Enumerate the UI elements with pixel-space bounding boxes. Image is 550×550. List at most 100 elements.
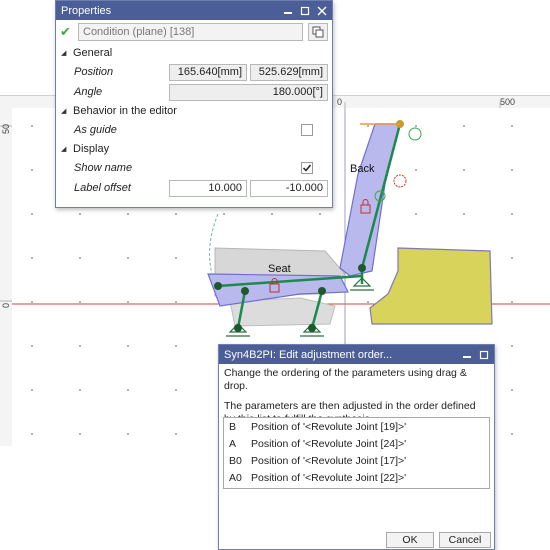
grid-dot (415, 169, 417, 171)
list-item-key: B (229, 420, 237, 433)
collapse-triangle-icon[interactable]: ◢ (61, 145, 73, 153)
grid-dot (127, 345, 129, 347)
label-offset-row: Label offset 10.000 -10.000 (56, 178, 332, 198)
collapse-triangle-icon[interactable]: ◢ (61, 107, 73, 115)
restore-icon (300, 6, 310, 15)
grid-dot (79, 389, 81, 391)
minimize-icon (284, 11, 292, 14)
copy-button[interactable] (308, 23, 328, 41)
as-guide-checkbox[interactable] (301, 124, 313, 136)
as-guide-label: As guide (74, 124, 117, 136)
list-item[interactable]: A0 Position of '<Revolute Joint [22]>' (224, 469, 489, 486)
list-item[interactable]: B0 Position of '<Revolute Joint [17]>' (224, 452, 489, 469)
grid-dot (463, 125, 465, 127)
grid-dot (79, 213, 81, 215)
grid-dot (31, 345, 33, 347)
grid-dot (511, 389, 513, 391)
grid-dot (127, 389, 129, 391)
grid-dot (511, 125, 513, 127)
list-item[interactable]: B Position of '<Revolute Joint [19]>' (224, 418, 489, 435)
properties-panel: Properties ✔ Condition (plane) [138] ◢ G… (55, 0, 333, 208)
grid-dot (223, 213, 225, 215)
list-item-text: Position of '<Revolute Joint [19]>' (251, 420, 407, 433)
grid-dot (175, 257, 177, 259)
target-indicator (393, 174, 407, 188)
position-label: Position (74, 66, 114, 78)
condition-row: ✔ Condition (plane) [138] (56, 20, 332, 44)
section-behavior-label: Behavior in the editor (73, 105, 177, 117)
ruler-label-500: 500 (500, 97, 515, 107)
back-label: Back (350, 163, 375, 175)
grid-dot (31, 257, 33, 259)
position-x-field[interactable]: 165.640[mm] (169, 63, 247, 81)
angle-row: Angle 180.000[°] (56, 82, 332, 102)
close-button[interactable] (315, 4, 329, 18)
grid-dot (79, 257, 81, 259)
minimize-button[interactable] (281, 4, 295, 18)
grid-dot (415, 125, 417, 127)
cancel-button[interactable]: Cancel (439, 532, 491, 548)
label-offset-y-field[interactable]: -10.000 (250, 179, 328, 197)
section-general-label: General (73, 47, 113, 59)
position-row: Position 165.640[mm] 525.629[mm] (56, 62, 332, 82)
grid-dot (511, 345, 513, 347)
grid-dot (319, 213, 321, 215)
grid-dot (127, 257, 129, 259)
grid-dot (175, 301, 177, 303)
yellow-block-shape[interactable] (369, 247, 493, 325)
grid-dot (511, 169, 513, 171)
position-y-field[interactable]: 525.629[mm] (250, 63, 328, 81)
restore-button[interactable] (298, 4, 312, 18)
grid-dot (127, 213, 129, 215)
grid-dot (271, 213, 273, 215)
grid-dot (127, 433, 129, 435)
grid-dot (175, 433, 177, 435)
show-name-row: Show name (56, 158, 332, 178)
grid-dot (79, 433, 81, 435)
ok-button[interactable]: OK (386, 532, 434, 548)
condition-field[interactable]: Condition (plane) [138] (78, 23, 303, 41)
grid-dot (31, 213, 33, 215)
section-display[interactable]: ◢ Display (56, 140, 332, 158)
minimize-icon (463, 355, 471, 358)
valid-check-icon: ✔ (60, 24, 71, 39)
grid-dot (463, 169, 465, 171)
parameter-order-list[interactable]: B Position of '<Revolute Joint [19]>' A … (223, 417, 490, 489)
section-behavior[interactable]: ◢ Behavior in the editor (56, 102, 332, 120)
rotation-indicator (408, 127, 422, 141)
dialog-restore-button[interactable] (477, 348, 491, 362)
list-item[interactable]: A Position of '<Revolute Joint [24]>' (224, 435, 489, 452)
show-name-checkbox[interactable] (301, 162, 313, 174)
grid-dot (31, 169, 33, 171)
as-guide-row: As guide (56, 120, 332, 140)
grid-dot (511, 301, 513, 303)
list-item-key: A0 (229, 471, 242, 484)
angle-label: Angle (74, 86, 103, 98)
ruler-label-0: 0 (337, 97, 342, 107)
grid-dot (31, 389, 33, 391)
grid-dot (511, 433, 513, 435)
grid-dot (31, 433, 33, 435)
dialog-title: Syn4B2PI: Edit adjustment order... (224, 348, 393, 361)
dialog-minimize-button[interactable] (460, 348, 474, 362)
dialog-titlebar[interactable]: Syn4B2PI: Edit adjustment order... (219, 345, 494, 364)
label-offset-label: Label offset (74, 182, 131, 194)
properties-title: Properties (61, 4, 112, 17)
grid-dot (367, 301, 369, 303)
grid-dot (175, 213, 177, 215)
collapse-triangle-icon[interactable]: ◢ (61, 49, 73, 57)
list-item-key: B0 (229, 454, 242, 467)
angle-field[interactable]: 180.000[°] (169, 83, 328, 101)
label-offset-x-field[interactable]: 10.000 (169, 179, 247, 197)
list-item-key: A (229, 437, 237, 450)
left-ruler (0, 96, 12, 446)
properties-titlebar[interactable]: Properties (56, 1, 332, 20)
grid-dot (463, 213, 465, 215)
grid-dot (79, 301, 81, 303)
grid-dot (175, 389, 177, 391)
close-icon (317, 6, 327, 15)
grid-dot (511, 213, 513, 215)
back-shape[interactable] (339, 123, 401, 277)
section-general[interactable]: ◢ General (56, 44, 332, 62)
grid-dot (79, 345, 81, 347)
